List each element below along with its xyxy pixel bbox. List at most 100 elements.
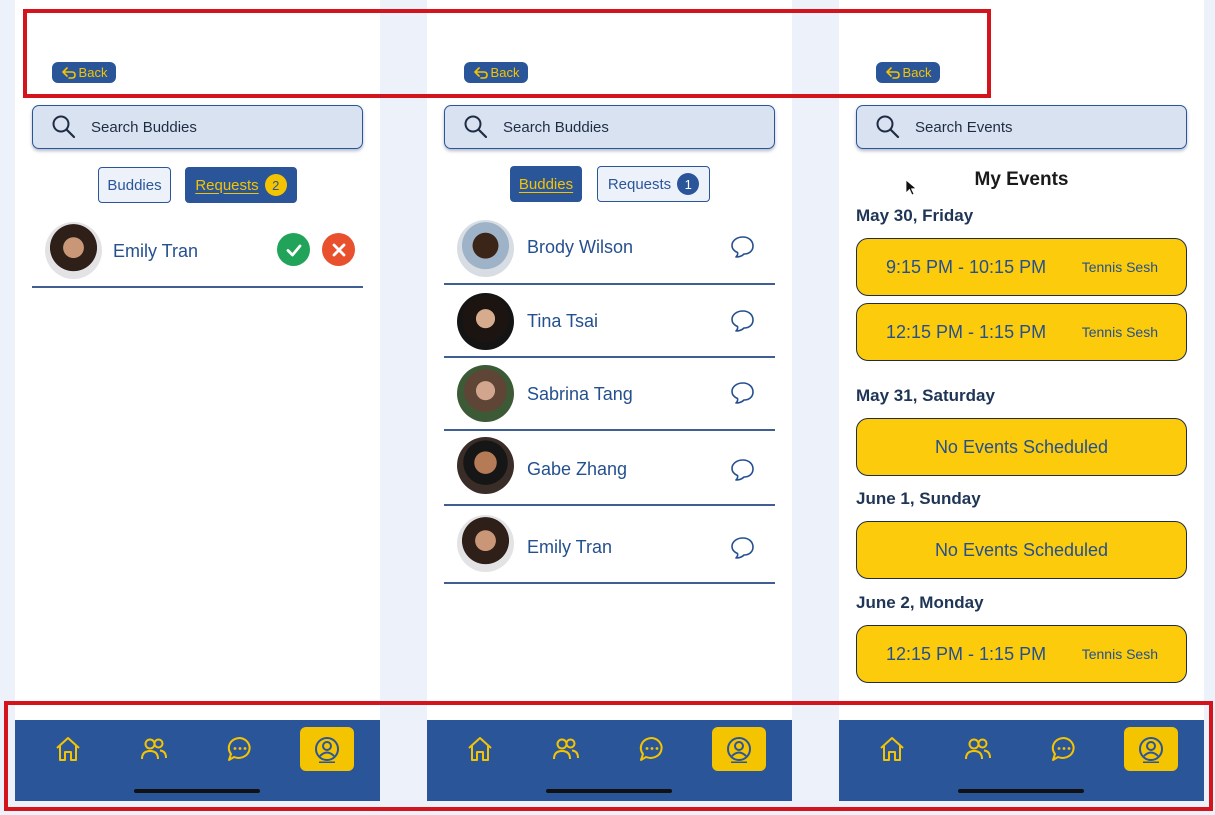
- event-name: Tennis Sesh: [1081, 324, 1158, 340]
- divider: [444, 582, 775, 584]
- no-events-label: No Events Scheduled: [934, 539, 1109, 560]
- avatar: [457, 220, 514, 277]
- events-screen: Back Search Events My Events May 30, Fri…: [839, 0, 1204, 801]
- nav-profile[interactable]: [712, 727, 766, 771]
- event-name: Tennis Sesh: [1081, 646, 1158, 662]
- profile-icon: [1139, 737, 1163, 763]
- requests-count-badge: 1: [677, 173, 700, 195]
- nav-home[interactable]: [41, 727, 95, 771]
- date-heading: May 31, Saturday: [856, 386, 995, 405]
- request-name: Emily Tran: [113, 241, 199, 261]
- close-icon: [332, 243, 345, 256]
- back-label: Back: [902, 65, 932, 80]
- buddy-name: Tina Tsai: [527, 311, 599, 331]
- search-icon: [464, 115, 488, 139]
- event-card-empty[interactable]: No Events Scheduled: [856, 521, 1187, 579]
- search-placeholder: Search Buddies: [91, 118, 197, 136]
- home-icon: [56, 737, 80, 761]
- event-card[interactable]: 9:15 PM - 10:15 PM Tennis Sesh: [856, 238, 1187, 296]
- nav-buddies[interactable]: [127, 727, 181, 771]
- search-buddies-input[interactable]: Search Buddies: [444, 105, 775, 149]
- buddies-screen: Back Search Buddies Buddies Requests 1 B…: [427, 0, 792, 801]
- people-icon: [553, 738, 579, 760]
- message-icon[interactable]: [729, 234, 755, 260]
- search-events-input[interactable]: Search Events: [856, 105, 1187, 149]
- people-icon: [965, 738, 991, 760]
- search-icon: [52, 115, 76, 139]
- date-heading: June 1, Sunday: [856, 489, 981, 508]
- nav-buddies[interactable]: [539, 727, 593, 771]
- divider: [444, 356, 775, 358]
- nav-chat[interactable]: [625, 727, 679, 771]
- message-icon[interactable]: [729, 535, 755, 561]
- back-button[interactable]: Back: [52, 62, 116, 83]
- avatar: [457, 293, 514, 350]
- date-heading: May 30, Friday: [856, 206, 974, 225]
- tab-requests[interactable]: Requests 2: [185, 167, 297, 203]
- nav-buddies[interactable]: [951, 727, 1005, 771]
- decline-request-button[interactable]: [322, 233, 355, 266]
- back-arrow-icon: [61, 66, 76, 79]
- page-title: My Events: [974, 169, 1069, 190]
- nav-home[interactable]: [453, 727, 507, 771]
- chat-icon: [639, 736, 663, 761]
- nav-home[interactable]: [865, 727, 919, 771]
- home-indicator: [546, 789, 672, 793]
- chat-icon: [227, 736, 251, 761]
- event-name: Tennis Sesh: [1081, 259, 1158, 275]
- tab-buddies[interactable]: Buddies: [510, 166, 582, 202]
- chat-icon: [1051, 736, 1075, 761]
- back-button[interactable]: Back: [464, 62, 528, 83]
- back-label: Back: [78, 65, 108, 80]
- message-icon[interactable]: [729, 457, 755, 483]
- avatar: [457, 515, 514, 572]
- event-card[interactable]: 12:15 PM - 1:15 PM Tennis Sesh: [856, 625, 1187, 683]
- search-placeholder: Search Buddies: [503, 118, 609, 136]
- nav-chat[interactable]: [213, 727, 267, 771]
- people-icon: [141, 738, 167, 760]
- tab-buddies-label: Buddies: [518, 175, 574, 193]
- buddy-name: Sabrina Tang: [527, 384, 633, 404]
- no-events-label: No Events Scheduled: [934, 436, 1109, 457]
- buddy-name: Emily Tran: [527, 537, 613, 557]
- back-label: Back: [490, 65, 520, 80]
- bottom-nav: [15, 720, 380, 801]
- buddy-name: Gabe Zhang: [527, 459, 628, 479]
- avatar: [45, 222, 102, 279]
- requests-screen: Back Search Buddies Buddies Requests 2 E…: [15, 0, 380, 801]
- home-icon: [880, 737, 904, 761]
- nav-chat[interactable]: [1037, 727, 1091, 771]
- back-arrow-icon: [473, 66, 488, 79]
- message-icon[interactable]: [729, 308, 755, 334]
- accept-request-button[interactable]: [277, 233, 310, 266]
- tab-buddies[interactable]: Buddies: [98, 167, 171, 203]
- back-button[interactable]: Back: [876, 62, 940, 83]
- tab-buddies-label: Buddies: [107, 176, 162, 194]
- avatar: [457, 365, 514, 422]
- divider: [444, 504, 775, 506]
- event-time: 9:15 PM - 10:15 PM: [886, 256, 1047, 277]
- nav-profile[interactable]: [1124, 727, 1178, 771]
- home-indicator: [958, 789, 1084, 793]
- search-buddies-input[interactable]: Search Buddies: [32, 105, 363, 149]
- tab-requests[interactable]: Requests 1: [597, 166, 710, 202]
- profile-icon: [315, 737, 339, 763]
- requests-count-badge: 2: [264, 174, 287, 196]
- back-arrow-icon: [885, 66, 900, 79]
- message-icon[interactable]: [729, 380, 755, 406]
- event-card[interactable]: 12:15 PM - 1:15 PM Tennis Sesh: [856, 303, 1187, 361]
- bottom-nav: [427, 720, 792, 801]
- date-heading: June 2, Monday: [856, 593, 984, 612]
- search-placeholder: Search Events: [915, 118, 1013, 136]
- divider: [32, 286, 363, 288]
- nav-profile[interactable]: [300, 727, 354, 771]
- buddy-name: Brody Wilson: [527, 237, 634, 257]
- event-card-empty[interactable]: No Events Scheduled: [856, 418, 1187, 476]
- home-indicator: [134, 789, 260, 793]
- event-time: 12:15 PM - 1:15 PM: [886, 643, 1047, 664]
- event-time: 12:15 PM - 1:15 PM: [886, 321, 1047, 342]
- checkmark-icon: [286, 244, 301, 256]
- divider: [444, 283, 775, 285]
- search-icon: [876, 115, 900, 139]
- divider: [444, 429, 775, 431]
